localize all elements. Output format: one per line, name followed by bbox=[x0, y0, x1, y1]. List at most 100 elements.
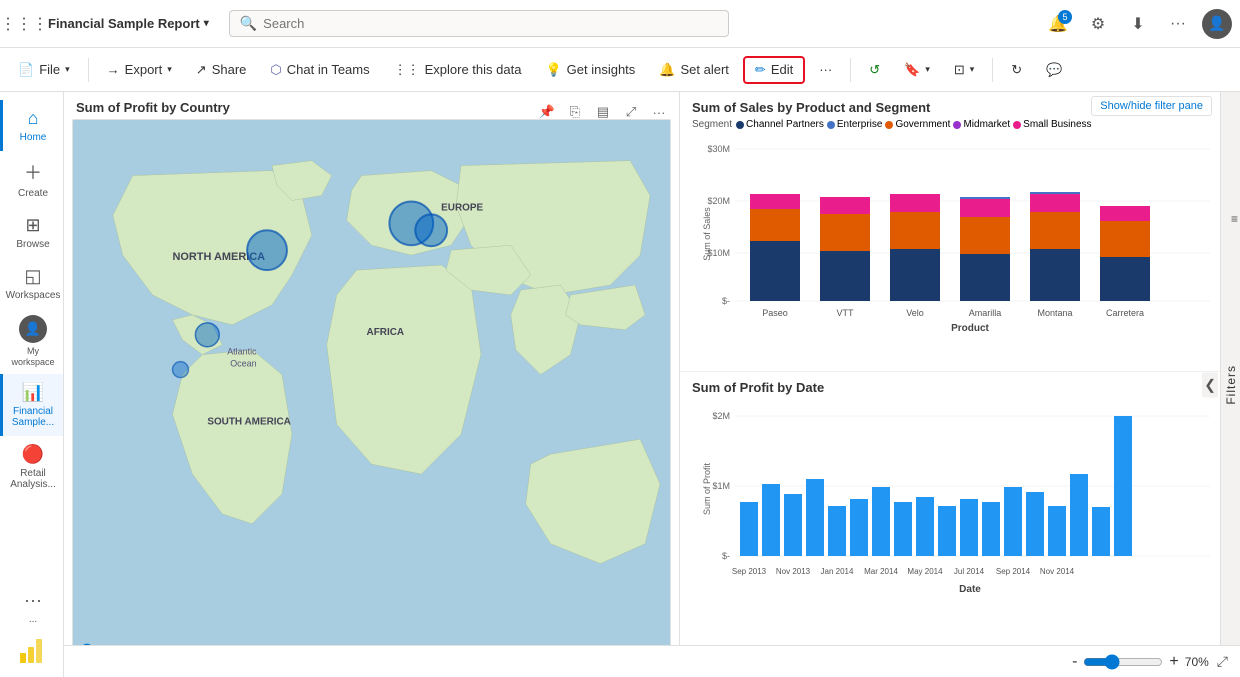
left-panel: 📌 ⎘ ▤ ⤢ ··· Sum of Profit by Country bbox=[64, 92, 679, 677]
main-content: 📌 ⎘ ▤ ⤢ ··· Sum of Profit by Country bbox=[64, 92, 1240, 677]
bar-chart-section: Sum of Sales by Product and Segment Segm… bbox=[680, 92, 1240, 372]
view-icon: ⊡ bbox=[954, 62, 965, 78]
toolbar-more-btn[interactable]: ··· bbox=[809, 57, 842, 82]
line-chart-title: Sum of Profit by Date bbox=[692, 380, 1228, 395]
fit-icon: ⤢ bbox=[1217, 653, 1228, 669]
grid-icon: ⋮⋮⋮ bbox=[0, 14, 48, 34]
share-icon: ↗ bbox=[196, 62, 207, 78]
financial-label: Financial Sample... bbox=[7, 406, 59, 428]
svg-text:Carretera: Carretera bbox=[1106, 308, 1144, 318]
create-label: Create bbox=[18, 188, 48, 199]
search-input[interactable] bbox=[263, 16, 718, 31]
my-workspace-label: My workspace bbox=[7, 346, 59, 368]
more-label: ... bbox=[29, 614, 37, 625]
grid-icon-btn[interactable]: ⋮⋮⋮ bbox=[8, 8, 40, 40]
explore-btn[interactable]: ⋮⋮ Explore this data bbox=[384, 57, 532, 83]
svg-text:Paseo: Paseo bbox=[762, 308, 788, 318]
edit-btn[interactable]: ✏ Edit bbox=[743, 56, 805, 84]
file-btn[interactable]: 📄 File ▾ bbox=[8, 57, 80, 83]
view-chevron: ▾ bbox=[970, 64, 975, 75]
bubble-sa[interactable] bbox=[173, 362, 189, 378]
page-refresh-icon: ↻ bbox=[1011, 62, 1022, 78]
filter-btn[interactable]: ▤ bbox=[591, 100, 615, 124]
small-label: Small Business bbox=[1023, 119, 1091, 130]
govt-dot bbox=[885, 121, 893, 129]
refresh-btn[interactable]: ↺ bbox=[859, 57, 890, 83]
enterprise-dot bbox=[827, 121, 835, 129]
bookmark-btn[interactable]: 🔖 ▾ bbox=[894, 57, 940, 83]
download-btn[interactable]: ⬇ bbox=[1122, 8, 1154, 40]
more-btn[interactable]: ··· bbox=[1162, 8, 1194, 40]
svg-text:Nov 2014: Nov 2014 bbox=[1040, 567, 1075, 576]
page-refresh-btn[interactable]: ↻ bbox=[1001, 57, 1032, 83]
search-icon: 🔍 bbox=[240, 15, 257, 32]
edit-label: Edit bbox=[771, 62, 793, 77]
legend: Channel Partners Enterprise Government M… bbox=[736, 119, 1091, 130]
svg-text:Sep 2013: Sep 2013 bbox=[732, 567, 767, 576]
sidebar-item-more[interactable]: ··· ... bbox=[0, 582, 63, 633]
financial-icon: 📊 bbox=[22, 382, 44, 403]
bubble-north-america[interactable] bbox=[247, 230, 287, 270]
zoom-minus-btn[interactable]: - bbox=[1072, 653, 1077, 671]
svg-text:Sum of Profit: Sum of Profit bbox=[702, 462, 712, 515]
small-dot bbox=[1013, 121, 1021, 129]
pin-btn[interactable]: 📌 bbox=[535, 100, 559, 124]
copy-btn[interactable]: ⎘ bbox=[563, 100, 587, 124]
alert-btn[interactable]: 🔔 Set alert bbox=[649, 57, 739, 83]
avatar-icon: 👤 bbox=[1208, 15, 1225, 32]
bookmark-chevron: ▾ bbox=[925, 64, 930, 75]
bubble-central-am[interactable] bbox=[195, 323, 219, 347]
legend-enterprise: Enterprise bbox=[827, 119, 883, 130]
expand-btn[interactable]: ⤢ bbox=[619, 100, 643, 124]
share-btn[interactable]: ↗ Share bbox=[186, 57, 257, 83]
svg-text:Amarilla: Amarilla bbox=[969, 308, 1002, 318]
filter-sidebar[interactable]: Filters bbox=[1220, 92, 1240, 677]
bookmark-icon: 🔖 bbox=[904, 62, 920, 78]
svg-text:$30M: $30M bbox=[707, 144, 730, 154]
show-hide-filter-btn[interactable]: Show/hide filter pane bbox=[1091, 96, 1212, 116]
home-label: Home bbox=[20, 132, 47, 143]
settings-btn[interactable]: ⚙ bbox=[1082, 8, 1114, 40]
svg-text:May 2014: May 2014 bbox=[907, 567, 943, 576]
svg-text:Jul 2014: Jul 2014 bbox=[954, 567, 985, 576]
file-chevron: ▾ bbox=[65, 64, 70, 75]
sidebar-item-home[interactable]: ⌂ Home bbox=[0, 100, 63, 151]
filter-bars-icon[interactable]: ≡ bbox=[1231, 212, 1238, 226]
more-dots-icon: ··· bbox=[24, 590, 42, 611]
sidebar-item-retail[interactable]: 🔴 Retail Analysis... bbox=[0, 436, 63, 498]
sidebar-item-workspaces[interactable]: ◱ Workspaces bbox=[0, 258, 63, 309]
bar-chart-svg: $30M $20M $10M $- Sum of Sales Paseo bbox=[692, 134, 1228, 334]
visual-more-btn[interactable]: ··· bbox=[647, 100, 671, 124]
sidebar-item-financial[interactable]: 📊 Financial Sample... bbox=[0, 374, 63, 436]
filter-collapse-btn[interactable]: ❮ bbox=[1202, 372, 1218, 397]
fit-page-btn[interactable]: ⤢ bbox=[1217, 653, 1228, 670]
divider3 bbox=[992, 58, 993, 82]
browse-label: Browse bbox=[16, 239, 49, 250]
avatar[interactable]: 👤 bbox=[1202, 9, 1232, 39]
toolbar-more-icon: ··· bbox=[819, 62, 832, 77]
download-icon: ⬇ bbox=[1131, 14, 1144, 34]
zoom-plus-btn[interactable]: + bbox=[1169, 653, 1178, 671]
svg-text:$1M: $1M bbox=[712, 481, 730, 491]
svg-text:SOUTH AMERICA: SOUTH AMERICA bbox=[207, 416, 291, 427]
channel-label: Channel Partners bbox=[746, 119, 824, 130]
sidebar-item-my-workspace[interactable]: 👤 My workspace bbox=[0, 309, 63, 374]
svg-text:AFRICA: AFRICA bbox=[367, 327, 405, 338]
insights-btn[interactable]: 💡 Get insights bbox=[535, 57, 645, 83]
zoom-slider[interactable] bbox=[1083, 654, 1163, 670]
channel-dot bbox=[736, 121, 744, 129]
sidebar-item-create[interactable]: ＋ Create bbox=[0, 151, 63, 207]
comment-btn[interactable]: 💬 bbox=[1036, 57, 1072, 83]
power-bi-logo bbox=[18, 637, 46, 665]
legend-midmarket: Midmarket bbox=[953, 119, 1010, 130]
notification-btn[interactable]: 🔔 5 bbox=[1042, 8, 1074, 40]
search-box[interactable]: 🔍 bbox=[229, 10, 729, 37]
view-btn[interactable]: ⊡ ▾ bbox=[944, 57, 984, 83]
export-btn[interactable]: → Export ▾ bbox=[97, 57, 182, 82]
top-icons: 🔔 5 ⚙ ⬇ ··· 👤 bbox=[1042, 8, 1232, 40]
sidebar-item-browse[interactable]: ⊞ Browse bbox=[0, 207, 63, 258]
bubble-europe2[interactable] bbox=[415, 214, 447, 246]
comment-icon: 💬 bbox=[1046, 62, 1062, 78]
gear-icon: ⚙ bbox=[1091, 14, 1105, 34]
chat-teams-btn[interactable]: ⬡ Chat in Teams bbox=[260, 57, 379, 83]
